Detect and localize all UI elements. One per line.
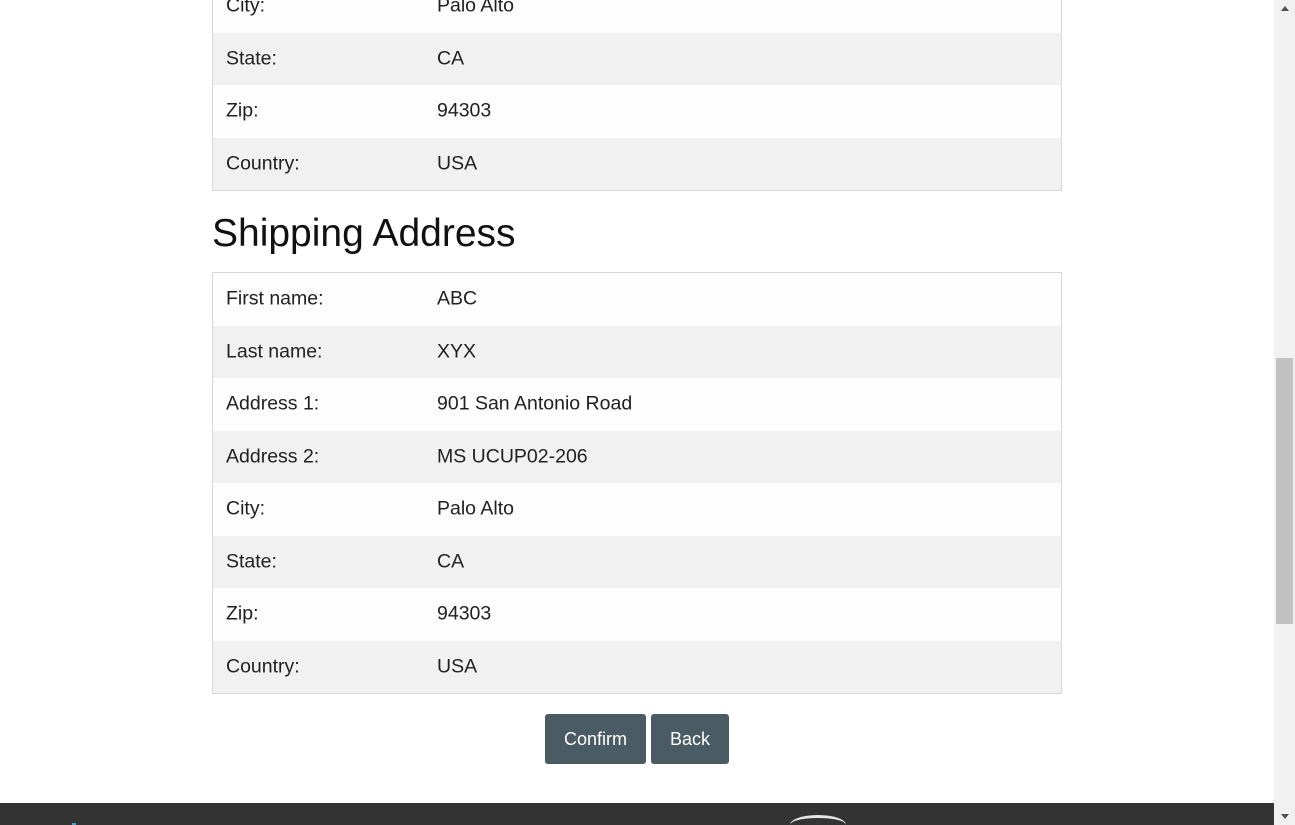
address1-label: Address 1:	[226, 392, 320, 415]
table-row: Zip: 94303	[213, 588, 1061, 641]
scroll-down-button[interactable]	[1274, 808, 1295, 825]
billing-country-label: Country:	[226, 152, 300, 175]
scrollbar-thumb[interactable]	[1276, 358, 1293, 624]
zip-value: 94303	[437, 602, 492, 625]
shipping-address-table: First name: ABC Last name: XYX Address 1…	[212, 272, 1062, 694]
table-row: Last name: XYX	[213, 325, 1061, 378]
first-name-label: First name:	[226, 287, 324, 310]
state-label: State:	[226, 550, 277, 573]
address2-value: MS UCUP02-206	[437, 445, 588, 468]
arrow-down-icon	[1280, 814, 1289, 819]
first-name-value: ABC	[437, 287, 478, 310]
table-row: Address 1: 901 San Antonio Road	[213, 378, 1061, 431]
table-row: First name: ABC	[213, 273, 1061, 326]
billing-city-value: Palo Alto	[437, 0, 514, 17]
confirm-button[interactable]: Confirm	[545, 714, 646, 764]
billing-state-label: State:	[226, 47, 277, 70]
form-actions: Confirm Back	[545, 714, 729, 764]
table-row: Zip: 94303	[213, 85, 1061, 138]
table-row: City: Palo Alto	[213, 483, 1061, 536]
last-name-value: XYX	[437, 340, 477, 363]
table-row: State: CA	[213, 535, 1061, 588]
city-label: City:	[226, 497, 265, 520]
billing-zip-value: 94303	[437, 99, 492, 122]
arrow-up-icon	[1280, 6, 1289, 11]
table-row: City: Palo Alto	[213, 0, 1061, 33]
page-footer	[0, 803, 1274, 825]
table-row: State: CA	[213, 32, 1061, 85]
shipping-address-heading: Shipping Address	[212, 212, 516, 255]
footer-logo-icon	[790, 815, 846, 825]
back-button[interactable]: Back	[651, 714, 729, 764]
table-row: Address 2: MS UCUP02-206	[213, 430, 1061, 483]
billing-state-value: CA	[437, 47, 465, 70]
vertical-scrollbar[interactable]	[1274, 0, 1295, 825]
page-content: City: Palo Alto State: CA Zip: 94303 Cou…	[0, 0, 1274, 825]
billing-address-table: City: Palo Alto State: CA Zip: 94303 Cou…	[212, 0, 1062, 191]
table-row: Country: USA	[213, 137, 1061, 190]
scroll-up-button[interactable]	[1274, 0, 1295, 17]
zip-label: Zip:	[226, 602, 259, 625]
country-value: USA	[437, 655, 478, 678]
billing-country-value: USA	[437, 152, 478, 175]
last-name-label: Last name:	[226, 340, 323, 363]
billing-zip-label: Zip:	[226, 99, 259, 122]
country-label: Country:	[226, 655, 300, 678]
city-value: Palo Alto	[437, 497, 514, 520]
table-row: Country: USA	[213, 640, 1061, 693]
billing-city-label: City:	[226, 0, 265, 17]
address1-value: 901 San Antonio Road	[437, 392, 633, 415]
state-value: CA	[437, 550, 465, 573]
address2-label: Address 2:	[226, 445, 320, 468]
